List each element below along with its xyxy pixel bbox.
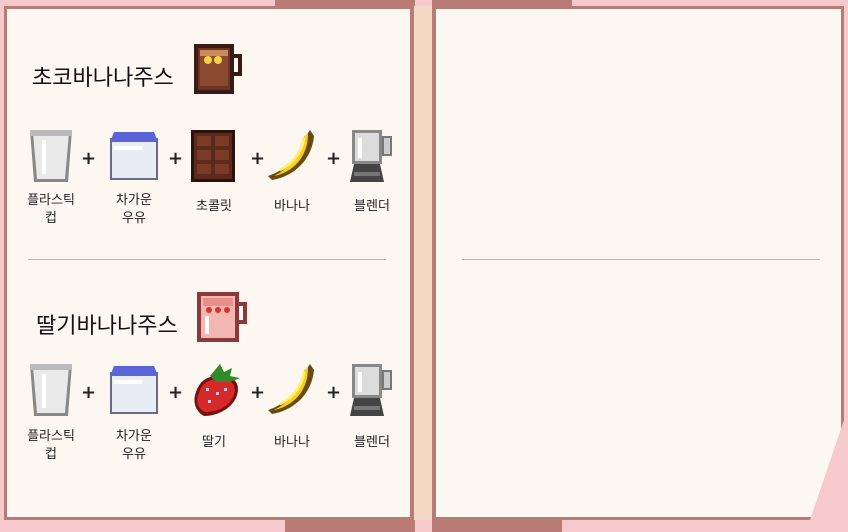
ingredient-label: 초콜릿 [196,199,232,214]
cold-milk-icon[interactable] [108,364,160,416]
strawberry-icon[interactable] [190,362,244,418]
plastic-cup-icon[interactable] [28,128,74,184]
ingredient-label: 플라스틱 컵 [27,193,75,226]
plus-sign: + [81,382,97,403]
right-page [432,6,844,520]
blender-icon[interactable] [346,362,398,418]
chocolate-icon[interactable] [191,130,235,182]
choco-banana-juice-icon[interactable] [190,38,248,96]
recipe-book: 초코바나나주스 + + + + 플라스틱 컵 차가운 우유 초콜릿 바나나 블렌… [0,0,848,532]
plus-sign: + [326,148,342,169]
banana-icon[interactable] [266,362,316,418]
plastic-cup-icon[interactable] [28,362,74,418]
recipe-title: 초코바나나주스 [32,66,174,91]
banana-icon[interactable] [266,128,316,184]
ingredient-label: 바나나 [274,435,310,450]
blender-icon[interactable] [346,128,398,184]
cold-milk-icon[interactable] [108,130,160,182]
page-corner-fold [810,420,844,520]
book-spine [410,6,436,520]
plus-sign: + [326,382,342,403]
plus-sign: + [250,382,266,403]
ingredient-label: 차가운 우유 [116,193,152,226]
ingredient-label: 플라스틱 컵 [27,429,75,462]
plus-sign: + [81,148,97,169]
plus-sign: + [250,148,266,169]
recipe-divider [462,259,820,260]
plus-sign: + [168,148,184,169]
page-edge-tab [432,520,562,532]
recipe-title: 딸기바나나주스 [36,314,178,339]
strawberry-banana-juice-icon[interactable] [193,286,253,346]
recipe-divider [28,259,386,260]
plus-sign: + [168,382,184,403]
ingredient-label: 차가운 우유 [116,429,152,462]
ingredient-label: 바나나 [274,199,310,214]
ingredient-label: 블렌더 [354,199,390,214]
ingredient-label: 블렌더 [354,435,390,450]
ingredient-label: 딸기 [202,435,226,450]
page-edge-tab [285,520,415,532]
